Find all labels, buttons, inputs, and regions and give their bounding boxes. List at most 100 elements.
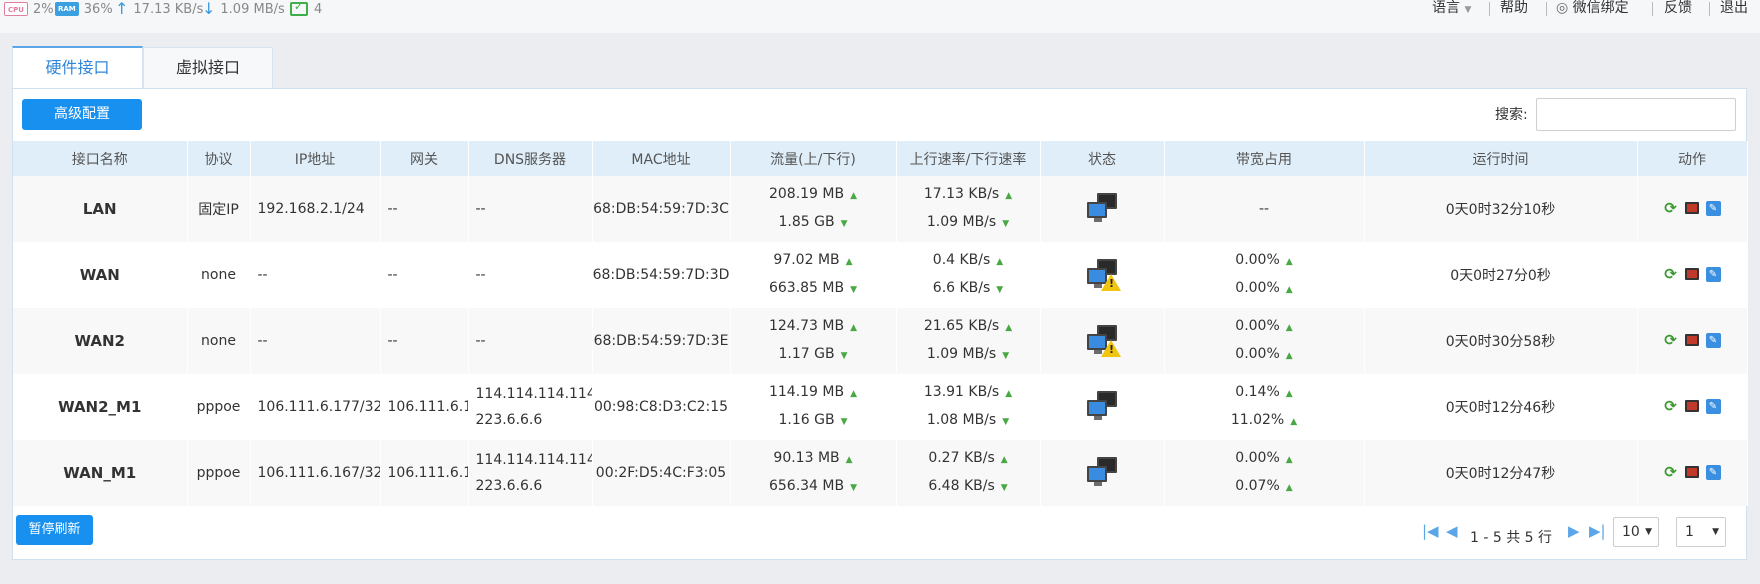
- monitor-icon[interactable]: [1684, 268, 1699, 281]
- traffic-up: 97.02 MB: [773, 252, 840, 268]
- download-arrow-icon: ↓: [202, 0, 216, 18]
- monitor-icon[interactable]: [1684, 400, 1699, 413]
- search-label: 搜索:: [1495, 107, 1528, 123]
- interfaces-panel: 高级配置 搜索: 接口名称 协议 IP地址 网关 DNS服务器 MAC地址 流量…: [12, 88, 1748, 560]
- advanced-config-button[interactable]: 高级配置: [22, 99, 142, 130]
- bandwidth-up: 0.00%: [1235, 450, 1280, 466]
- upload-value: 17.13 KB/s: [133, 1, 204, 17]
- col-header[interactable]: 带宽占用: [1164, 141, 1365, 176]
- refresh-icon[interactable]: ⟳: [1664, 399, 1678, 414]
- rates: 13.91 KB/s ▲ 1.08 MB/s ▼: [896, 374, 1041, 440]
- help-link[interactable]: 帮助: [1500, 0, 1528, 16]
- interface-connected-icon: [1085, 193, 1119, 225]
- refresh-icon[interactable]: ⟳: [1664, 465, 1678, 480]
- monitor-icon[interactable]: [1684, 202, 1699, 215]
- chevron-down-icon: ▼: [1464, 5, 1472, 15]
- up-arrow-icon: ▲: [1285, 285, 1293, 295]
- col-header[interactable]: 协议: [187, 141, 251, 176]
- dns-servers: 114.114.114.114 223.6.6.6: [468, 440, 593, 506]
- edit-icon[interactable]: ✎: [1705, 266, 1721, 282]
- ip-address: 106.111.6.167/32: [250, 440, 381, 506]
- status: [1040, 242, 1165, 308]
- connection-value: 4: [314, 1, 323, 17]
- status: [1040, 440, 1165, 506]
- refresh-icon[interactable]: ⟳: [1664, 201, 1678, 216]
- last-page-icon[interactable]: ▶|: [1589, 521, 1606, 541]
- protocol: pppoe: [187, 374, 251, 440]
- edit-icon[interactable]: ✎: [1705, 200, 1721, 216]
- traffic: 97.02 MB ▲ 663.85 MB ▼: [730, 242, 897, 308]
- table-row: LAN 固定IP 192.168.2.1/24 -- -- 68:DB:54:59:7D:…: [13, 176, 1748, 242]
- down-arrow-icon: ▼: [840, 417, 848, 427]
- col-header[interactable]: 动作: [1637, 141, 1748, 176]
- col-header[interactable]: 流量(上/下行): [730, 141, 897, 176]
- pause-refresh-button[interactable]: 暂停刷新: [16, 515, 93, 545]
- bandwidth-down: 0.00%: [1235, 280, 1280, 296]
- col-header[interactable]: IP地址: [250, 141, 381, 176]
- tab-hardware-interfaces[interactable]: 硬件接口: [12, 46, 143, 88]
- table-row: WAN_M1 pppoe 106.111.6.167/32 106.111.6.1 11…: [13, 440, 1748, 506]
- col-header[interactable]: DNS服务器: [468, 141, 593, 176]
- interface-warning-icon: [1085, 325, 1121, 357]
- bandwidth-usage: 0.00% ▲ 0.00% ▲: [1164, 308, 1365, 374]
- rate-up: 21.65 KB/s: [923, 318, 1000, 334]
- rate-up: 0.4 KB/s: [932, 252, 991, 268]
- gateway: 106.111.6.1: [380, 374, 469, 440]
- traffic-down: 1.17 GB: [778, 346, 835, 362]
- interface-name: WAN2: [13, 308, 188, 374]
- mac-address: 00:2F:D5:4C:F3:05: [592, 440, 731, 506]
- rates: 21.65 KB/s ▲ 1.09 MB/s ▼: [896, 308, 1041, 374]
- monitor-icon[interactable]: [1684, 334, 1699, 347]
- col-header[interactable]: 运行时间: [1364, 141, 1638, 176]
- logout-link[interactable]: 退出: [1720, 0, 1748, 16]
- interfaces-table: 接口名称 协议 IP地址 网关 DNS服务器 MAC地址 流量(上/下行) 上行…: [13, 141, 1748, 506]
- col-header[interactable]: 接口名称: [13, 141, 188, 176]
- actions: ⟳ ✎: [1637, 440, 1748, 506]
- search-input[interactable]: [1536, 98, 1736, 131]
- divider: [1709, 2, 1710, 16]
- refresh-icon[interactable]: ⟳: [1664, 333, 1678, 348]
- first-page-icon[interactable]: |◀: [1422, 521, 1439, 541]
- actions: ⟳ ✎: [1637, 374, 1748, 440]
- col-header[interactable]: 状态: [1040, 141, 1165, 176]
- uptime: 0天0时12分46秒: [1364, 374, 1638, 440]
- next-page-icon[interactable]: ▶: [1568, 521, 1580, 541]
- col-header[interactable]: 网关: [380, 141, 469, 176]
- wechat-label: 微信绑定: [1572, 0, 1629, 16]
- tab-virtual-interfaces[interactable]: 虚拟接口: [143, 47, 273, 88]
- edit-icon[interactable]: ✎: [1705, 332, 1721, 348]
- page-number-select[interactable]: 1 ▼: [1676, 517, 1726, 547]
- refresh-icon[interactable]: ⟳: [1664, 267, 1678, 282]
- wechat-icon: ◎: [1556, 0, 1569, 16]
- down-arrow-icon: ▼: [840, 219, 848, 229]
- edit-icon[interactable]: ✎: [1705, 464, 1721, 480]
- bandwidth-down: 0.00%: [1235, 346, 1280, 362]
- edit-icon[interactable]: ✎: [1705, 398, 1721, 414]
- ip-address: 192.168.2.1/24: [250, 176, 381, 242]
- col-header[interactable]: 上行速率/下行速率: [896, 141, 1041, 176]
- actions: ⟳ ✎: [1637, 176, 1748, 242]
- divider: [1546, 2, 1547, 16]
- download-rate: ↓ 1.09 MB/s: [202, 0, 285, 18]
- interface-warning-icon: [1085, 259, 1121, 291]
- gateway: --: [380, 242, 469, 308]
- page-size-select[interactable]: 10 ▼: [1613, 517, 1659, 547]
- rate-down: 1.08 MB/s: [926, 412, 997, 428]
- rate-up: 13.91 KB/s: [923, 384, 1000, 400]
- traffic-down: 663.85 MB: [768, 280, 845, 296]
- gateway: --: [380, 308, 469, 374]
- status: [1040, 374, 1165, 440]
- cpu-value: 2%: [32, 1, 54, 17]
- interface-connected-icon: [1085, 457, 1119, 489]
- uptime: 0天0时32分10秒: [1364, 176, 1638, 242]
- prev-page-icon[interactable]: ◀: [1446, 521, 1458, 541]
- traffic: 114.19 MB ▲ 1.16 GB ▼: [730, 374, 897, 440]
- status: [1040, 308, 1165, 374]
- wechat-bind-link[interactable]: ◎ 微信绑定: [1556, 0, 1629, 16]
- feedback-link[interactable]: 反馈: [1664, 0, 1692, 16]
- traffic-down: 1.16 GB: [778, 412, 835, 428]
- col-header[interactable]: MAC地址: [592, 141, 731, 176]
- monitor-icon[interactable]: [1684, 466, 1699, 479]
- language-menu[interactable]: 语言 ▼: [1432, 0, 1471, 16]
- protocol: pppoe: [187, 440, 251, 506]
